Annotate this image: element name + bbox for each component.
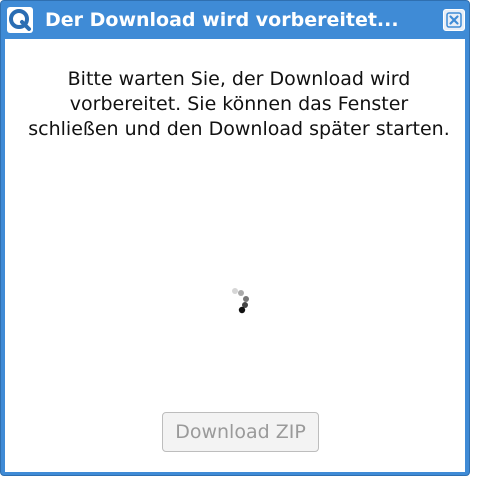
status-message: Bitte warten Sie, der Download wird vorb… [28, 68, 450, 140]
close-icon [446, 12, 462, 28]
download-dialog: Der Download wird vorbereitet... Bitte w… [0, 0, 470, 476]
close-button[interactable] [443, 9, 465, 31]
loading-spinner-icon [229, 285, 257, 317]
app-logo-q-icon [7, 7, 33, 33]
dialog-content: Bitte warten Sie, der Download wird vorb… [5, 39, 465, 472]
download-zip-button[interactable]: Download ZIP [162, 412, 319, 452]
dialog-titlebar: Der Download wird vorbereitet... [1, 1, 469, 39]
dialog-title: Der Download wird vorbereitet... [45, 9, 399, 31]
